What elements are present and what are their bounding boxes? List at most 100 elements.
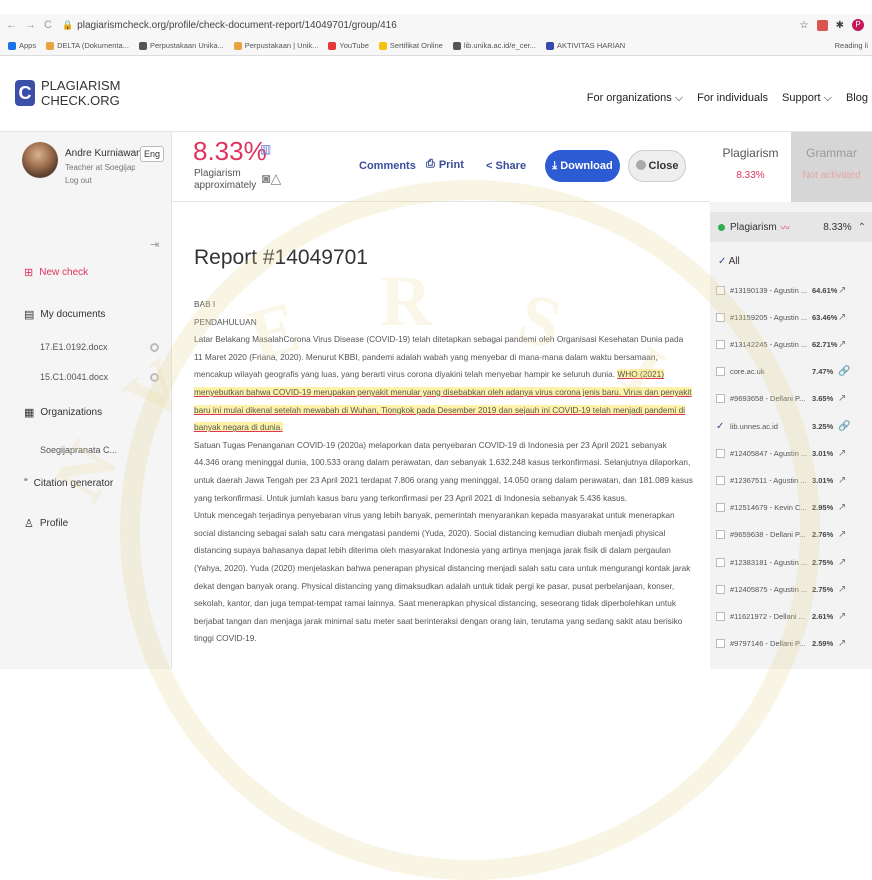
tab-plagiarism[interactable]: Plagiarism 8.33% — [710, 132, 791, 202]
bookmark-item[interactable]: Perpustakaan Unika... — [138, 41, 224, 50]
reading-list-button[interactable]: Reading li — [835, 41, 872, 50]
source-row[interactable]: #12367511 - Agustin ... 3.01% ↗ — [716, 470, 866, 490]
chart-icon[interactable]: ▥ — [260, 142, 271, 156]
external-link-icon[interactable]: ↗ — [838, 312, 846, 323]
organization-name[interactable]: Soegijapranata C... — [40, 445, 117, 455]
source-checkbox[interactable] — [716, 503, 725, 513]
external-link-icon[interactable]: ↗ — [838, 529, 846, 540]
nav-for-organizations[interactable]: For organizations ⌵ — [587, 92, 683, 105]
print-button[interactable]: ⎙ Print — [426, 158, 464, 171]
external-link-icon[interactable]: ↗ — [838, 502, 846, 513]
user-name: Andre Kurniawan — [65, 148, 142, 159]
sidebar-item-my-documents[interactable]: ▤ My documents — [24, 308, 105, 321]
download-button[interactable]: ⤓ Download — [545, 150, 620, 182]
external-link-icon[interactable]: ↗ — [838, 557, 846, 568]
document-item[interactable]: 17.E1.0192.docx — [40, 342, 108, 352]
external-link-icon[interactable]: ↗ — [838, 638, 846, 649]
warning-icon[interactable]: ◙△ — [262, 170, 281, 187]
site-logo[interactable]: C PLAGIARISM CHECK.ORG — [15, 78, 120, 108]
logo-mark-icon: C — [15, 80, 35, 106]
nav-support[interactable]: Support ⌵ — [782, 92, 832, 105]
select-all-sources[interactable]: ✓ All — [718, 256, 740, 267]
nav-for-individuals[interactable]: For individuals — [697, 92, 768, 105]
sidebar-item-citation-generator[interactable]: ” Citation generator — [24, 477, 113, 489]
url-text: plagiarismcheck.org/profile/check-docume… — [77, 19, 397, 31]
comments-button[interactable]: Comments — [359, 160, 416, 172]
external-link-icon[interactable]: ↗ — [838, 475, 846, 486]
close-button[interactable]: Close — [628, 150, 686, 182]
share-button[interactable]: < Share — [486, 160, 526, 172]
download-icon: ⤓ — [552, 160, 558, 172]
source-checkbox[interactable] — [716, 611, 725, 621]
language-button[interactable]: Eng — [140, 146, 164, 162]
source-checkbox[interactable] — [716, 557, 725, 567]
source-row[interactable]: #13159205 - Agustin ... 63.46% ↗ — [716, 307, 866, 327]
source-row[interactable]: #12383181 - Agustin ... 2.75% ↗ — [716, 552, 866, 572]
plagiarism-sources-header[interactable]: Plagiarism 〰 8.33% ⌃ — [710, 212, 872, 242]
profile-avatar-icon[interactable]: P — [852, 19, 864, 31]
url-field[interactable]: 🔒 plagiarismcheck.org/profile/check-docu… — [62, 20, 397, 31]
puzzle-icon[interactable]: ✱ — [836, 20, 844, 31]
external-link-icon[interactable]: ↗ — [838, 285, 846, 296]
source-name: #13159205 - Agustin ... — [730, 312, 808, 322]
bookmark-item[interactable]: DELTA (Dokumenta... — [46, 41, 129, 50]
source-checkbox[interactable] — [716, 475, 725, 485]
bookmark-item[interactable]: Apps — [8, 41, 36, 50]
bookmark-item[interactable]: Sertifikat Online — [378, 41, 443, 50]
extension-icon[interactable] — [816, 19, 828, 31]
source-row[interactable]: #11621972 - Dellani ... 2.61% ↗ — [716, 606, 866, 626]
check-icon[interactable]: ✓ — [716, 421, 725, 432]
reload-icon[interactable]: C — [44, 19, 52, 31]
source-checkbox[interactable] — [716, 448, 725, 458]
sidebar-item-new-check[interactable]: ⊞ New check — [24, 266, 88, 279]
external-link-icon[interactable]: ↗ — [838, 393, 846, 404]
external-link-icon[interactable]: ↗ — [838, 339, 846, 350]
source-checkbox[interactable] — [716, 312, 725, 322]
source-row[interactable]: ✓ lib.unnes.ac.id 3.25% 🔗 — [716, 416, 866, 436]
source-row[interactable]: #12514679 - Kevin C... 2.95% ↗ — [716, 498, 866, 518]
source-row[interactable]: #9693658 - Dellani P... 3.65% ↗ — [716, 389, 866, 409]
chapter-label: BAB I — [194, 299, 216, 309]
bookmark-item[interactable]: Perpustakaan | Unik... — [233, 41, 318, 50]
logout-link[interactable]: Log out — [65, 176, 92, 185]
source-checkbox[interactable] — [716, 367, 725, 377]
source-checkbox[interactable] — [716, 584, 725, 594]
source-row[interactable]: #13142245 - Agustin ... 62.71% ↗ — [716, 334, 866, 354]
forward-icon[interactable]: → — [25, 19, 36, 31]
source-row[interactable]: #9797146 - Dellani P... 2.59% ↗ — [716, 634, 866, 654]
user-role: Teacher at Soegijapra... — [65, 163, 135, 172]
bookmark-item[interactable]: lib.unika.ac.id/e_cer... — [452, 41, 536, 50]
source-row[interactable]: #12405847 - Agustin ... 3.01% ↗ — [716, 443, 866, 463]
source-checkbox[interactable] — [716, 530, 725, 540]
bookmark-item[interactable]: YouTube — [328, 41, 369, 50]
source-row[interactable]: #9659638 - Dellani P... 2.76% ↗ — [716, 525, 866, 545]
source-checkbox[interactable] — [716, 394, 725, 404]
bookmark-item[interactable]: AKTIVITAS HARIAN — [545, 41, 625, 50]
chevron-up-icon[interactable]: ⌃ — [858, 222, 866, 233]
external-link-icon[interactable]: ↗ — [838, 584, 846, 595]
collapse-sidebar-icon[interactable]: ⇥ — [150, 238, 159, 251]
sidebar-item-organizations[interactable]: ▦ Organizations — [24, 406, 102, 419]
paragraph: Untuk mencegah terjadinya penyebaran vir… — [194, 510, 691, 644]
report-content: Report #14049701 BAB I PENDAHULUAN Latar… — [172, 202, 710, 669]
source-row[interactable]: core.ac.uk 7.47% 🔗 — [716, 362, 866, 382]
external-link-icon[interactable]: ↗ — [838, 611, 846, 622]
logo-text: PLAGIARISM CHECK.ORG — [41, 78, 121, 108]
document-item[interactable]: 15.C1.0041.docx — [40, 372, 108, 382]
source-row[interactable]: #12405875 - Agustin ... 2.75% ↗ — [716, 579, 866, 599]
external-link-icon[interactable]: 🔗 — [838, 421, 850, 432]
external-link-icon[interactable]: ↗ — [838, 448, 846, 459]
tab-grammar[interactable]: Grammar Not activated — [791, 132, 872, 202]
sidebar-item-profile[interactable]: ♙ Profile — [24, 517, 68, 530]
source-checkbox[interactable] — [716, 639, 725, 649]
source-percent: 3.25% — [812, 421, 834, 431]
star-icon[interactable]: ☆ — [800, 20, 809, 31]
extensions-area: ☆ ✱ P — [800, 19, 872, 31]
source-checkbox[interactable] — [716, 339, 725, 349]
source-row[interactable]: #13190139 - Agustin ... 64.61% ↗ — [716, 280, 866, 300]
nav-blog[interactable]: Blog — [846, 92, 868, 105]
source-checkbox[interactable] — [716, 285, 725, 295]
back-icon[interactable]: ← — [6, 19, 17, 31]
source-percent: 2.76% — [812, 530, 834, 540]
external-link-icon[interactable]: 🔗 — [838, 366, 850, 377]
